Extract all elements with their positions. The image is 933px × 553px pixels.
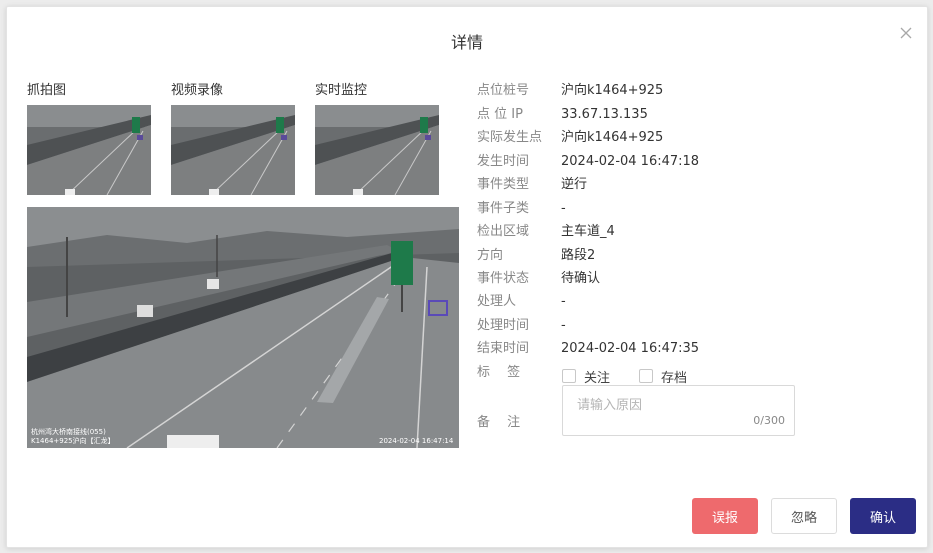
remark-placeholder: 请输入原因 (577, 398, 643, 413)
detail-value: - (561, 318, 566, 333)
detail-label: 点 位 IP (477, 107, 523, 122)
remark-textarea[interactable]: 请输入原因 0/300 (562, 385, 795, 436)
dialog-title: 详情 (450, 33, 483, 52)
checkbox-box[interactable] (562, 369, 576, 383)
detail-label: 处理人 (477, 294, 517, 309)
detail-label: 事件子类 (477, 201, 530, 216)
confirm-button[interactable]: 确认 (850, 498, 916, 534)
detail-value: 待确认 (561, 271, 601, 286)
detail-value: 逆行 (561, 177, 588, 192)
misreport-button[interactable]: 误报 (692, 498, 758, 534)
tag-archive-label: 存档 (661, 370, 688, 386)
detail-label: 事件状态 (477, 271, 530, 286)
ignore-button[interactable]: 忽略 (771, 498, 837, 534)
detail-label: 发生时间 (477, 154, 530, 169)
detail-value: - (561, 201, 566, 216)
detail-label: 检出区域 (477, 224, 530, 239)
tag-follow-label: 关注 (584, 370, 611, 386)
tab-snapshot[interactable]: 抓拍图 (27, 79, 66, 98)
snapshot-thumbnail[interactable] (27, 105, 151, 195)
detail-value: 2024-02-04 16:47:35 (561, 341, 700, 356)
detail-label: 结束时间 (477, 341, 530, 356)
detail-value: 2024-02-04 16:47:18 (561, 154, 700, 169)
overlay-timestamp: 2024-02-04 16:47:14 (379, 437, 454, 445)
tag-archive-checkbox[interactable]: 存档 (639, 366, 687, 386)
checkbox-box[interactable] (639, 369, 653, 383)
tab-video-recording[interactable]: 视频录像 (171, 79, 223, 98)
tag-follow-checkbox[interactable]: 关注 (562, 366, 610, 386)
detail-value: 沪向k1464+925 (561, 130, 664, 145)
tags-label: 标 签 (477, 365, 521, 380)
detail-value: 路段2 (561, 248, 596, 263)
tab-live-monitor[interactable]: 实时监控 (315, 79, 367, 98)
remark-char-count: 0/300 (753, 414, 785, 427)
close-icon[interactable] (897, 24, 915, 42)
overlay-location-line1: 杭州湾大桥南接线(055) (31, 427, 106, 436)
video-recording-thumbnail[interactable] (171, 105, 295, 195)
detail-value: - (561, 294, 566, 309)
live-monitor-thumbnail[interactable] (315, 105, 439, 195)
detail-label: 实际发生点 (477, 130, 543, 145)
detail-label: 点位桩号 (477, 83, 530, 98)
event-detail-dialog: 详情 抓拍图 视频录像 实时监控 杭州湾大桥南接线(055) K1464+925… (6, 6, 928, 548)
detail-value: 主车道_4 (561, 224, 615, 239)
detail-value: 33.67.13.135 (561, 107, 648, 122)
detail-value: 沪向k1464+925 (561, 83, 664, 98)
remark-label: 备 注 (477, 415, 521, 430)
detail-label: 处理时间 (477, 318, 530, 333)
overlay-location-line2: K1464+925沪向【汇龙】 (31, 436, 115, 445)
detail-label: 事件类型 (477, 177, 530, 192)
main-camera-image[interactable]: 杭州湾大桥南接线(055) K1464+925沪向【汇龙】 2024-02-04… (27, 207, 459, 448)
detail-label: 方向 (477, 248, 504, 263)
